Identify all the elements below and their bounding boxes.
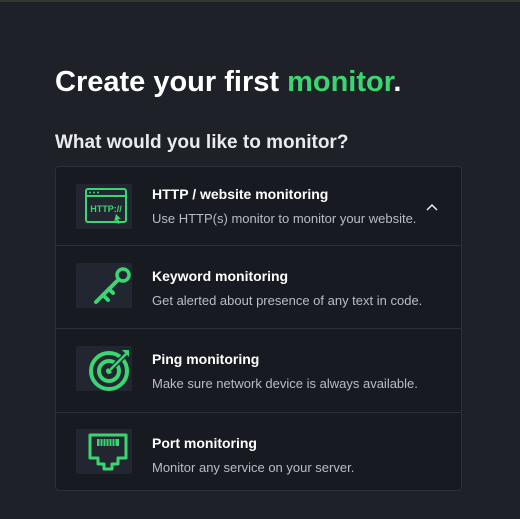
ethernet-port-icon <box>76 429 132 474</box>
option-title: Ping monitoring <box>152 351 260 367</box>
option-description: Use HTTP(s) monitor to monitor your webs… <box>152 211 417 226</box>
option-keyword-monitoring[interactable]: Keyword monitoring Get alerted about pre… <box>56 245 461 328</box>
page: Create your first monitor. What would yo… <box>0 0 520 519</box>
option-title: HTTP / website monitoring <box>152 186 329 202</box>
chevron-up-icon[interactable] <box>425 200 439 214</box>
option-title: Keyword monitoring <box>152 268 289 284</box>
title-accent: monitor <box>287 66 394 98</box>
monitor-type-list: HTTP:// HTTP / website monitoring Use HT… <box>55 166 462 491</box>
option-title: Port monitoring <box>152 435 257 451</box>
title-prefix: Create your first <box>55 66 288 98</box>
key-icon <box>76 263 132 308</box>
option-description: Monitor any service on your server. <box>152 460 355 475</box>
top-divider <box>0 0 520 2</box>
option-port-monitoring[interactable]: Port monitoring Monitor any service on y… <box>56 412 461 490</box>
http-browser-icon: HTTP:// <box>76 184 132 229</box>
page-title: Create your first monitor. <box>55 66 401 99</box>
option-description: Get alerted about presence of any text i… <box>152 293 423 308</box>
title-suffix: . <box>393 66 402 98</box>
option-ping-monitoring[interactable]: Ping monitoring Make sure network device… <box>56 328 461 412</box>
monitor-type-question: What would you like to monitor? <box>55 132 349 153</box>
http-icon-text: HTTP:// <box>90 204 122 214</box>
option-http-monitoring[interactable]: HTTP:// HTTP / website monitoring Use HT… <box>56 167 461 245</box>
option-description: Make sure network device is always avail… <box>152 376 418 391</box>
target-icon <box>76 346 132 391</box>
